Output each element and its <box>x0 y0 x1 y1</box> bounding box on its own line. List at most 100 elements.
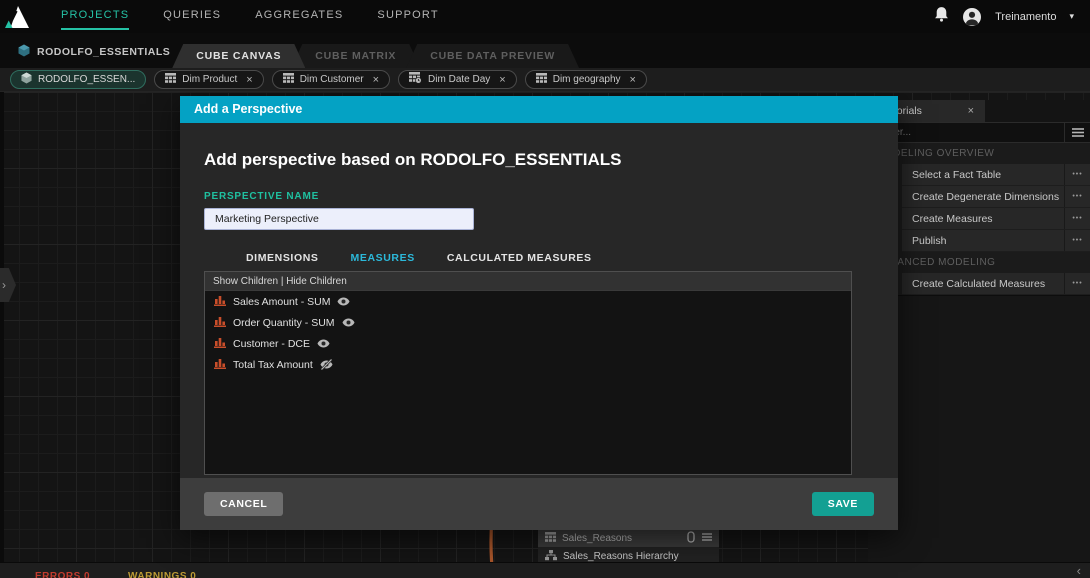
eye-icon[interactable] <box>337 297 350 306</box>
chip-cube[interactable]: RODOLFO_ESSEN... <box>10 70 146 89</box>
chip-label: Dim Customer <box>300 74 364 85</box>
tutorials-sidebar: Tutorials × MODELING OVERVIEW Select a F… <box>868 100 1090 562</box>
close-icon[interactable]: × <box>630 74 636 86</box>
breadcrumb[interactable]: RODOLFO_ESSENTIALS <box>0 44 186 68</box>
measure-row-order-quantity[interactable]: Order Quantity - SUM <box>205 312 851 333</box>
chevron-left-icon[interactable]: ‹ <box>1077 563 1081 578</box>
chip-dim-geography[interactable]: Dim geography × <box>525 70 647 89</box>
nav-item-aggregates[interactable]: AGGREGATES <box>238 0 360 33</box>
hierarchy-label: Sales_Reasons Hierarchy <box>563 551 679 562</box>
tab-cube-data-preview[interactable]: CUBE DATA PREVIEW <box>406 44 579 68</box>
measure-row-sales-amount[interactable]: Sales Amount - SUM <box>205 291 851 312</box>
filter-chip-bar: RODOLFO_ESSEN... Dim Product × Dim Custo… <box>0 68 1090 92</box>
sidebar-empty-area <box>868 295 1090 562</box>
modal-tabs: DIMENSIONS MEASURES CALCULATED MEASURES <box>204 252 874 264</box>
warnings-badge[interactable]: WARNINGS 0 <box>128 571 196 578</box>
user-menu[interactable]: Treinamento <box>995 11 1056 23</box>
nav-right-cluster: Treinamento ▾ <box>934 6 1090 27</box>
nav-item-support[interactable]: SUPPORT <box>360 0 455 33</box>
cube-icon <box>18 44 30 60</box>
atscale-logo-icon[interactable] <box>0 0 34 33</box>
tutorial-label: Select a Fact Table <box>902 169 1064 181</box>
tab-cube-canvas[interactable]: CUBE CANVAS <box>172 44 305 68</box>
perspective-name-input[interactable] <box>204 208 474 230</box>
key-icon[interactable] <box>687 531 695 546</box>
chip-label: Dim geography <box>553 74 621 85</box>
table-icon <box>545 532 556 545</box>
tutorial-item-create-measures[interactable]: Create Measures ••• <box>902 208 1090 230</box>
tab-cube-matrix[interactable]: CUBE MATRIX <box>291 44 420 68</box>
table-icon <box>536 73 547 86</box>
table-icon <box>283 73 294 86</box>
nav-item-label: SUPPORT <box>377 9 438 21</box>
eye-icon[interactable] <box>342 318 355 327</box>
show-hide-children-toolbar[interactable]: Show Children | Hide Children <box>205 272 851 291</box>
tab-measures[interactable]: MEASURES <box>343 252 423 264</box>
nav-item-label: QUERIES <box>163 9 221 21</box>
tutorial-label: Create Degenerate Dimensions <box>902 191 1064 203</box>
chevron-right-icon: › <box>2 278 6 292</box>
left-panel-edge <box>0 92 4 562</box>
table-clock-icon <box>409 72 422 87</box>
more-options-icon[interactable]: ••• <box>1064 273 1090 294</box>
measure-row-total-tax-amount[interactable]: Total Tax Amount <box>205 354 851 375</box>
measure-label: Order Quantity - SUM <box>233 317 335 329</box>
tab-calculated-measures[interactable]: CALCULATED MEASURES <box>439 252 600 264</box>
chip-label: Dim Product <box>182 74 237 85</box>
modal-header: Add a Perspective <box>180 96 898 123</box>
chevron-down-icon[interactable]: ▾ <box>1069 11 1074 22</box>
table-header-actions <box>687 531 712 546</box>
bar-chart-icon <box>214 295 226 309</box>
chip-label: Dim Date Day <box>428 74 490 85</box>
close-icon[interactable]: × <box>373 74 379 86</box>
sales-reasons-table[interactable]: Sales_Reasons <box>538 529 719 547</box>
more-options-icon[interactable]: ••• <box>1064 230 1090 251</box>
more-options-icon[interactable]: ••• <box>1064 164 1090 185</box>
tutorial-item-publish[interactable]: Publish ••• <box>902 230 1090 252</box>
tutorial-label: Publish <box>902 235 1064 247</box>
nav-item-projects[interactable]: PROJECTS <box>44 0 146 33</box>
sales-reasons-panel: Sales_Reasons Sales_Reasons Hierarchy <box>538 529 719 566</box>
perspective-name-label: PERSPECTIVE NAME <box>204 191 874 202</box>
breadcrumb-label: RODOLFO_ESSENTIALS <box>37 46 170 58</box>
close-icon[interactable]: × <box>246 74 252 86</box>
tutorial-item-create-degenerate-dimensions[interactable]: Create Degenerate Dimensions ••• <box>902 186 1090 208</box>
measure-label: Sales Amount - SUM <box>233 296 330 308</box>
save-button[interactable]: SAVE <box>812 492 874 516</box>
chip-dim-product[interactable]: Dim Product × <box>154 70 263 89</box>
chip-dim-customer[interactable]: Dim Customer × <box>272 70 390 89</box>
more-options-icon[interactable]: ••• <box>1064 208 1090 229</box>
table-icon <box>165 73 176 86</box>
more-options-icon[interactable]: ••• <box>1064 186 1090 207</box>
menu-icon[interactable] <box>1064 123 1090 142</box>
status-bar: ERRORS 0 WARNINGS 0 ‹ <box>0 562 1090 578</box>
cancel-button[interactable]: CANCEL <box>204 492 283 516</box>
chip-dim-date-day[interactable]: Dim Date Day × <box>398 70 517 89</box>
nav-item-queries[interactable]: QUERIES <box>146 0 238 33</box>
bar-chart-icon <box>214 316 226 330</box>
close-icon[interactable]: × <box>499 74 505 86</box>
sidebar-filter-row <box>868 122 1090 143</box>
expand-left-panel-button[interactable]: › <box>0 268 16 302</box>
errors-badge[interactable]: ERRORS 0 <box>35 571 90 578</box>
document-tab-bar: RODOLFO_ESSENTIALS CUBE CANVAS CUBE MATR… <box>0 33 1090 68</box>
nav-item-label: PROJECTS <box>61 9 129 30</box>
menu-icon[interactable] <box>702 533 712 544</box>
measure-row-customer[interactable]: Customer - DCE <box>205 333 851 354</box>
modal-title: Add perspective based on RODOLFO_ESSENTI… <box>204 150 874 170</box>
section-title-advanced-modeling: ADVANCED MODELING <box>868 252 1090 273</box>
user-avatar-icon[interactable] <box>962 7 982 27</box>
tutorial-item-create-calculated-measures[interactable]: Create Calculated Measures ••• <box>902 273 1090 295</box>
eye-icon[interactable] <box>317 339 330 348</box>
notifications-bell-icon[interactable] <box>934 6 949 27</box>
eye-slash-icon[interactable] <box>320 359 333 370</box>
close-icon[interactable]: × <box>968 105 974 117</box>
tab-dimensions[interactable]: DIMENSIONS <box>238 252 327 264</box>
chip-label: RODOLFO_ESSEN... <box>38 74 135 85</box>
app-root: PROJECTS QUERIES AGGREGATES SUPPORT Trei… <box>0 0 1090 578</box>
bar-chart-icon <box>214 337 226 351</box>
measure-label: Total Tax Amount <box>233 359 313 371</box>
modal-footer: CANCEL SAVE <box>180 478 898 530</box>
measure-label: Customer - DCE <box>233 338 310 350</box>
tutorial-item-select-fact-table[interactable]: Select a Fact Table ••• <box>902 164 1090 186</box>
